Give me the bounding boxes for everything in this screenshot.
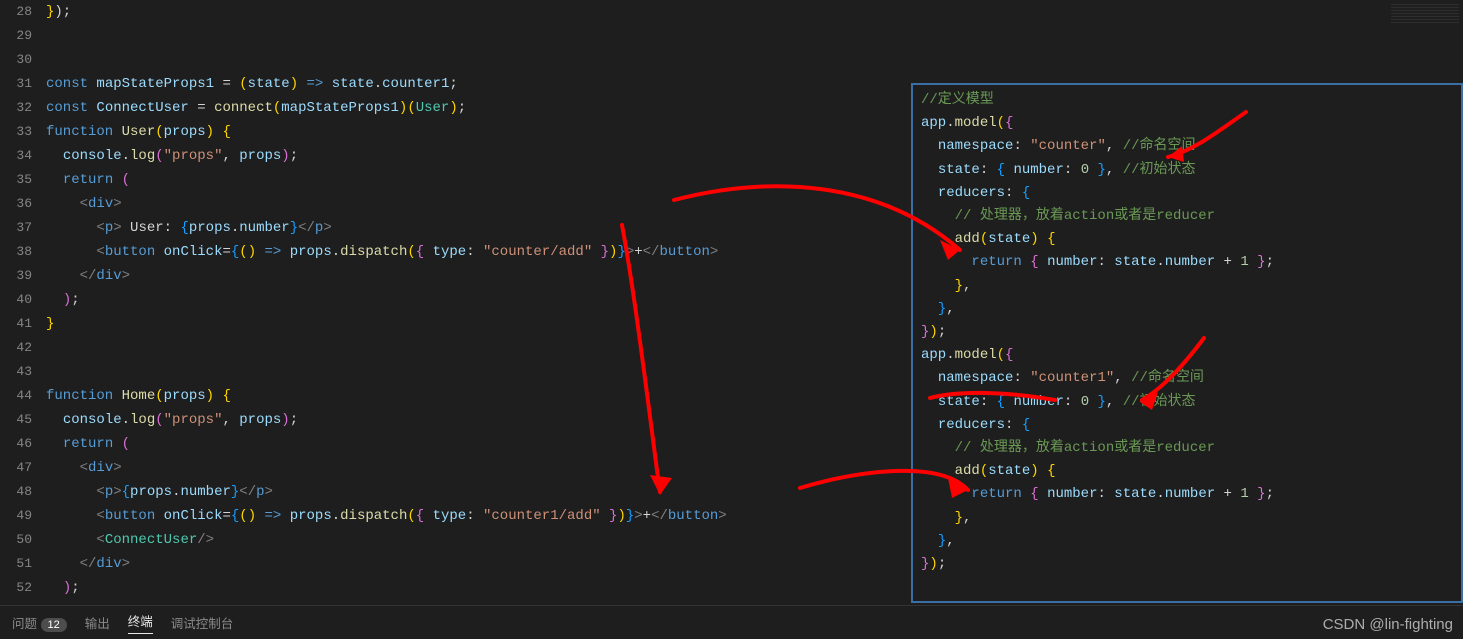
code-line[interactable]: return { number: state.number + 1 };	[921, 251, 1461, 274]
tab-output[interactable]: 输出	[85, 613, 110, 632]
line-number: 44	[0, 384, 32, 408]
code-line[interactable]	[46, 336, 911, 360]
line-number: 36	[0, 192, 32, 216]
code-line[interactable]: },	[921, 530, 1461, 553]
code-line[interactable]	[46, 24, 911, 48]
line-number: 40	[0, 288, 32, 312]
line-number: 50	[0, 528, 32, 552]
line-number: 30	[0, 48, 32, 72]
code-line[interactable]: },	[921, 507, 1461, 530]
code-line[interactable]: });	[921, 553, 1461, 576]
line-number-gutter: 2829303132333435363738394041424344454647…	[0, 0, 46, 600]
code-line[interactable]: });	[46, 0, 911, 24]
line-number: 31	[0, 72, 32, 96]
code-line[interactable]: state: { number: 0 }, //初始状态	[921, 391, 1461, 414]
code-line[interactable]: function Home(props) {	[46, 384, 911, 408]
code-line[interactable]: console.log("props", props);	[46, 408, 911, 432]
line-number: 32	[0, 96, 32, 120]
code-line[interactable]: // 处理器，放着action或者是reducer	[921, 205, 1461, 228]
line-number: 34	[0, 144, 32, 168]
code-line[interactable]: namespace: "counter1", //命名空间	[921, 367, 1461, 390]
editor-main: 2829303132333435363738394041424344454647…	[0, 0, 1463, 600]
line-number: 38	[0, 240, 32, 264]
code-line[interactable]: <ConnectUser/>	[46, 528, 911, 552]
left-code-area[interactable]: }); const mapStateProps1 = (state) => sta…	[46, 0, 911, 600]
tab-terminal[interactable]: 终端	[128, 611, 153, 634]
line-number: 42	[0, 336, 32, 360]
code-line[interactable]: );	[46, 288, 911, 312]
line-number: 37	[0, 216, 32, 240]
code-line[interactable]: }	[46, 312, 911, 336]
code-line[interactable]: add(state) {	[921, 460, 1461, 483]
code-line[interactable]: });	[921, 321, 1461, 344]
line-number: 52	[0, 576, 32, 600]
code-line[interactable]: },	[921, 275, 1461, 298]
bottom-panel: 问题 12 输出 终端 调试控制台	[0, 605, 1463, 639]
code-line[interactable]: state: { number: 0 }, //初始状态	[921, 159, 1461, 182]
right-code-pane[interactable]: //定义模型app.model({ namespace: "counter", …	[911, 83, 1463, 603]
code-line[interactable]: <div>	[46, 456, 911, 480]
line-number: 35	[0, 168, 32, 192]
tab-problems-label: 问题	[12, 617, 37, 631]
code-line[interactable]: return (	[46, 168, 911, 192]
code-line[interactable]: app.model({	[921, 344, 1461, 367]
code-line[interactable]	[46, 48, 911, 72]
code-line[interactable]: <p>{props.number}</p>	[46, 480, 911, 504]
line-number: 33	[0, 120, 32, 144]
watermark: CSDN @lin-fighting	[1323, 616, 1453, 633]
code-line[interactable]: <p> User: {props.number}</p>	[46, 216, 911, 240]
code-line[interactable]: const mapStateProps1 = (state) => state.…	[46, 72, 911, 96]
code-line[interactable]: );	[46, 576, 911, 600]
code-line[interactable]: reducers: {	[921, 182, 1461, 205]
line-number: 41	[0, 312, 32, 336]
code-line[interactable]	[46, 360, 911, 384]
line-number: 45	[0, 408, 32, 432]
code-line[interactable]: namespace: "counter", //命名空间	[921, 135, 1461, 158]
code-line[interactable]: app.model({	[921, 112, 1461, 135]
code-line[interactable]: <div>	[46, 192, 911, 216]
line-number: 43	[0, 360, 32, 384]
minimap[interactable]	[1387, 0, 1463, 80]
line-number: 28	[0, 0, 32, 24]
tab-problems[interactable]: 问题 12	[12, 613, 67, 632]
code-line[interactable]: reducers: {	[921, 414, 1461, 437]
line-number: 29	[0, 24, 32, 48]
line-number: 49	[0, 504, 32, 528]
code-line[interactable]: <button onClick={() => props.dispatch({ …	[46, 240, 911, 264]
code-line[interactable]: return (	[46, 432, 911, 456]
code-line[interactable]: const ConnectUser = connect(mapStateProp…	[46, 96, 911, 120]
problems-count-badge: 12	[41, 618, 67, 632]
line-number: 47	[0, 456, 32, 480]
code-line[interactable]: <button onClick={() => props.dispatch({ …	[46, 504, 911, 528]
code-line[interactable]: return { number: state.number + 1 };	[921, 483, 1461, 506]
code-line[interactable]: </div>	[46, 264, 911, 288]
line-number: 39	[0, 264, 32, 288]
code-line[interactable]: //定义模型	[921, 89, 1461, 112]
code-line[interactable]: },	[921, 298, 1461, 321]
code-line[interactable]: </div>	[46, 552, 911, 576]
code-line[interactable]: // 处理器，放着action或者是reducer	[921, 437, 1461, 460]
line-number: 46	[0, 432, 32, 456]
tab-debug-console[interactable]: 调试控制台	[171, 613, 234, 632]
code-line[interactable]: add(state) {	[921, 228, 1461, 251]
code-line[interactable]: console.log("props", props);	[46, 144, 911, 168]
line-number: 48	[0, 480, 32, 504]
code-line[interactable]: function User(props) {	[46, 120, 911, 144]
line-number: 51	[0, 552, 32, 576]
